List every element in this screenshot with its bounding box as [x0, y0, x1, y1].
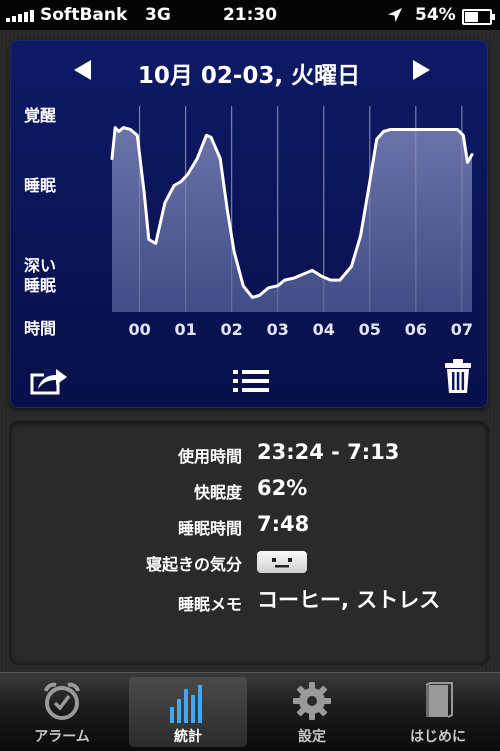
sleep-quality-label: 快眠度: [193, 483, 242, 502]
x-tick-label: 02: [220, 320, 243, 339]
y-label-deep-sleep-line2: 睡眠: [24, 276, 57, 295]
next-day-button[interactable]: [413, 60, 430, 80]
y-label-deep-sleep-line1: 深い: [24, 256, 57, 275]
sleep-time-value: 7:48: [257, 512, 310, 536]
sleep-area: [112, 127, 472, 312]
tab-settings-label: 設定: [298, 729, 326, 745]
sleep-chart: [110, 106, 474, 312]
book-icon: [425, 682, 453, 718]
location-arrow-icon: [388, 8, 402, 22]
sleep-stats-panel: 使用時間 23:24 - 7:13 快眠度 62% 睡眠時間 7:48 寝起きの…: [10, 422, 488, 664]
list-icon[interactable]: [233, 368, 269, 394]
x-axis-title: 時間: [24, 319, 57, 338]
alarm-clock-icon: [44, 682, 80, 720]
x-tick-label: 06: [404, 320, 427, 339]
usage-time-value: 23:24 - 7:13: [257, 440, 400, 464]
sleep-memo-value: コーヒー, ストレス: [257, 588, 441, 612]
bar-chart-icon: [170, 685, 202, 723]
tab-alarm[interactable]: アラーム: [3, 673, 121, 751]
share-icon[interactable]: [30, 365, 70, 395]
x-tick-label: 03: [266, 320, 289, 339]
gear-icon: [293, 682, 331, 720]
tab-statistics-label: 統計: [174, 729, 202, 745]
tab-statistics[interactable]: 統計: [129, 677, 247, 747]
usage-time-label: 使用時間: [177, 447, 242, 466]
y-label-deep-sleep: 深い 睡眠: [24, 256, 56, 296]
sleep-graph-panel: 10月 02-03, 火曜日 覚醒 睡眠 深い 睡眠 時間 00 01 02 03 04…: [10, 40, 488, 408]
sleep-quality-value: 62%: [257, 476, 308, 500]
tab-bar: アラーム 統計 設定 はじめに: [0, 672, 500, 751]
tab-getting-started[interactable]: はじめに: [379, 673, 497, 751]
tab-settings[interactable]: 設定: [253, 673, 371, 751]
x-tick-label: 01: [174, 320, 197, 339]
sleep-memo-label: 睡眠メモ: [177, 595, 242, 614]
battery-icon: [462, 9, 495, 25]
x-tick-label: 04: [312, 320, 335, 339]
trash-icon[interactable]: [444, 358, 472, 394]
y-label-awake: 覚醒: [24, 106, 57, 125]
sleep-time-label: 睡眠時間: [177, 519, 242, 538]
x-tick-label: 00: [128, 320, 151, 339]
tab-alarm-label: アラーム: [34, 729, 90, 745]
x-tick-label: 05: [358, 320, 381, 339]
battery-percentage: 54%: [415, 5, 456, 25]
wake-mood-label: 寝起きの気分: [145, 555, 242, 574]
x-tick-label: 07: [450, 320, 473, 339]
y-label-sleep: 睡眠: [24, 176, 57, 195]
tab-getting-started-label: はじめに: [410, 729, 466, 745]
status-bar: SoftBank 3G 21:30 54%: [0, 0, 500, 30]
neutral-face-icon: [257, 551, 307, 573]
